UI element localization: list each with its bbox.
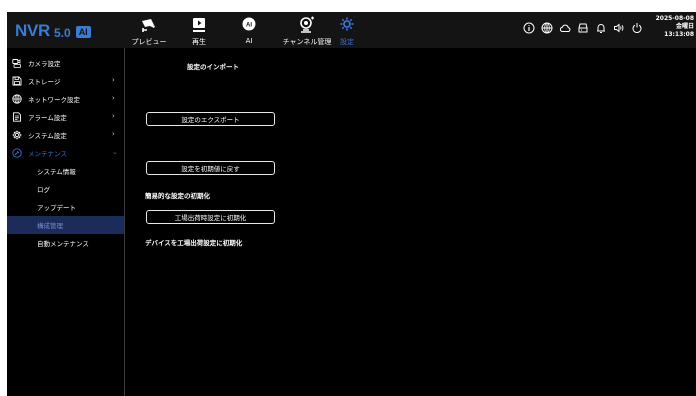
- sidebar-item-camera-settings[interactable]: カメラ設定: [7, 54, 124, 72]
- gear-icon: [340, 17, 354, 31]
- sidebar-item-label: メンテナンス: [28, 150, 67, 158]
- playback-icon: [193, 18, 205, 32]
- sidebar-subitem-auto-maintenance[interactable]: 自動メンテナンス: [7, 234, 124, 252]
- network-icon: [12, 94, 22, 104]
- date-text: 2025-08-08: [655, 15, 694, 22]
- ai-icon: AI: [242, 17, 256, 31]
- sidebar-item-label: アラーム設定: [28, 114, 67, 122]
- camera-icon: [142, 19, 155, 32]
- tab-preview[interactable]: プレビュー: [131, 12, 167, 48]
- factory-reset-description: デバイスを工場出荷設定に初期化: [145, 239, 243, 247]
- svg-text:AI: AI: [246, 23, 252, 29]
- chevron-right-icon: ›: [112, 76, 115, 84]
- tab-label: プレビュー: [131, 38, 167, 46]
- logo-version: 5.0: [54, 25, 71, 40]
- sidebar-item-label: システム設定: [28, 132, 67, 140]
- sidebar-subitem-update[interactable]: アップデート: [7, 198, 124, 216]
- sidebar-item-system-settings[interactable]: システム設定 ›: [7, 126, 124, 144]
- time-text: 13:13:08: [664, 31, 694, 38]
- sidebar-item-maintenance[interactable]: メンテナンス ⌄: [7, 144, 124, 162]
- factory-reset-button[interactable]: 工場出荷時設定に初期化: [146, 210, 275, 224]
- tab-settings[interactable]: 設定: [339, 12, 355, 48]
- cloud-icon[interactable]: [559, 22, 571, 34]
- sidebar-item-label: ネットワーク設定: [28, 96, 80, 104]
- tab-label: AI: [245, 37, 253, 45]
- sidebar-item-label: ストレージ: [28, 78, 61, 86]
- sidebar-item-alarm-settings[interactable]: アラーム設定 ›: [7, 108, 124, 126]
- logo-ai-badge: AI: [75, 26, 91, 38]
- maintenance-icon: [12, 148, 22, 158]
- logo: NVR 5.0 AI: [15, 21, 91, 41]
- info-icon[interactable]: [523, 22, 535, 34]
- tab-playback[interactable]: 再生: [188, 12, 210, 48]
- nvr-app: NVR 5.0 AI プレビュー 再生 AI AI チャンネル管理 設定 202…: [7, 12, 696, 396]
- top-bar: NVR 5.0 AI プレビュー 再生 AI AI チャンネル管理 設定 202…: [7, 12, 696, 48]
- system-gear-icon: [12, 130, 22, 140]
- tab-label: 再生: [192, 38, 206, 46]
- sidebar-item-label: カメラ設定: [28, 60, 61, 68]
- status-icons: [523, 22, 643, 34]
- sidebar-subitem-system-info[interactable]: システム情報: [7, 162, 124, 180]
- import-settings-title[interactable]: 設定のインポート: [187, 61, 239, 71]
- alarm-icon: [13, 112, 21, 122]
- sidebar-item-storage[interactable]: ストレージ ›: [7, 72, 124, 90]
- main-content: 設定のインポート 設定のエクスポート 設定を初期値に戻す 簡易的な設定の初期化 …: [126, 48, 696, 396]
- weekday-text: 金曜日: [675, 23, 694, 30]
- bell-icon[interactable]: [595, 22, 607, 34]
- tab-channel-management[interactable]: チャンネル管理: [282, 12, 332, 48]
- chevron-right-icon: ›: [112, 130, 115, 138]
- speaker-icon[interactable]: [613, 22, 625, 34]
- chevron-right-icon: ›: [112, 94, 115, 102]
- chevron-down-icon: ⌄: [112, 148, 118, 156]
- chevron-right-icon: ›: [112, 112, 115, 120]
- power-icon[interactable]: [631, 22, 643, 34]
- storage-icon: [12, 76, 22, 86]
- datetime: 2025-08-08 金曜日 13:13:08: [656, 15, 694, 39]
- sidebar-subitem-configuration-management[interactable]: 構成管理: [7, 216, 124, 234]
- export-settings-button[interactable]: 設定のエクスポート: [146, 112, 275, 126]
- simple-reset-description: 簡易的な設定の初期化: [145, 192, 210, 200]
- channel-icon: [300, 16, 314, 33]
- reset-to-default-button[interactable]: 設定を初期値に戻す: [146, 161, 275, 175]
- camera-settings-icon: [12, 59, 21, 68]
- storage-icon[interactable]: [577, 22, 589, 34]
- globe-icon[interactable]: [541, 22, 553, 34]
- sidebar-item-network-settings[interactable]: ネットワーク設定 ›: [7, 90, 124, 108]
- tab-label: チャンネル管理: [282, 38, 332, 46]
- sidebar: カメラ設定 ストレージ › ネットワーク設定 › アラーム設定 › システム設定…: [7, 48, 125, 396]
- logo-name: NVR: [15, 21, 50, 40]
- tab-label: 設定: [340, 38, 354, 46]
- tab-ai[interactable]: AI AI: [241, 12, 257, 48]
- sidebar-subitem-log[interactable]: ログ: [7, 180, 124, 198]
